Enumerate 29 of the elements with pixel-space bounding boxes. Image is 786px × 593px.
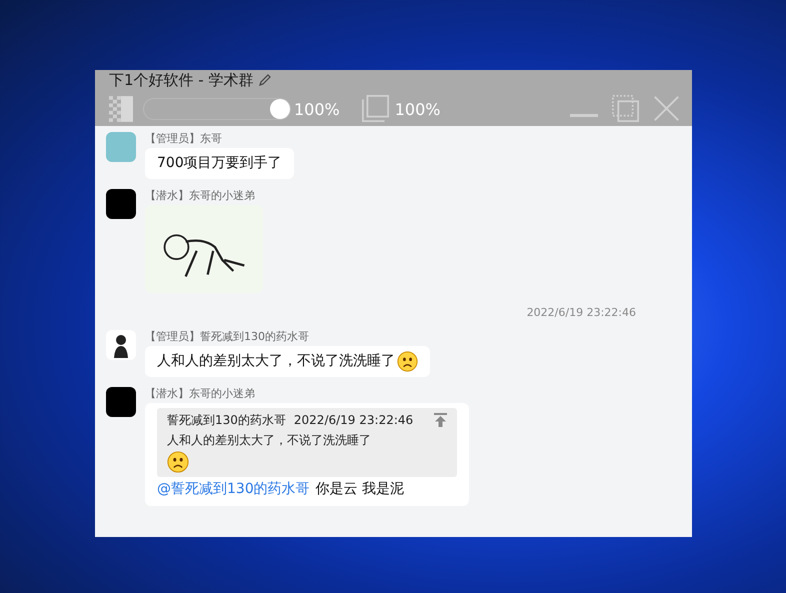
message-text: 700项目万要到手了 xyxy=(157,154,282,173)
restore-icon[interactable] xyxy=(612,95,639,122)
sender-name: 【管理员】东哥 xyxy=(145,132,222,146)
minimize-icon[interactable] xyxy=(570,114,598,118)
avatar-silhouette[interactable] xyxy=(106,330,136,360)
square-icon[interactable] xyxy=(362,95,389,122)
avatar-image[interactable] xyxy=(106,386,136,416)
jump-up-icon[interactable] xyxy=(434,412,447,426)
close-icon[interactable] xyxy=(653,95,680,122)
sticker-image[interactable] xyxy=(145,205,263,293)
opacity-slider[interactable] xyxy=(143,98,291,120)
avatar-image[interactable] xyxy=(106,189,136,219)
transparency-icon xyxy=(109,96,133,122)
quote-time: 2022/6/19 23:22:46 xyxy=(294,412,414,428)
pencil-icon[interactable] xyxy=(258,73,272,87)
quote-author: 誓死减到130的药水哥 xyxy=(167,412,286,428)
quoted-message[interactable]: 誓死减到130的药水哥 2022/6/19 23:22:46 人和人的差别太大了，不说了洗洗睡了 xyxy=(157,408,457,476)
message-timestamp: 2022/6/19 23:22:46 xyxy=(526,305,636,321)
scale-reading: 100% xyxy=(394,99,440,121)
message-text: 人和人的差别太大了，不说了洗洗睡了 xyxy=(157,352,395,370)
mention-link[interactable]: @誓死减到130的药水哥 xyxy=(157,480,310,498)
slider-thumb[interactable] xyxy=(270,99,290,119)
quote-text: 人和人的差别太大了，不说了洗洗睡了 xyxy=(167,432,372,448)
window-title: 下1个好软件 - 学术群 xyxy=(109,71,254,90)
sender-name: 【管理员】誓死减到130的药水哥 xyxy=(145,330,309,344)
opacity-reading: 100% xyxy=(294,99,340,121)
message-text: 你是云 我是泥 xyxy=(316,480,404,498)
sender-name: 【潜水】东哥的小迷弟 xyxy=(145,189,255,203)
sender-name: 【潜水】东哥的小迷弟 xyxy=(145,386,255,400)
